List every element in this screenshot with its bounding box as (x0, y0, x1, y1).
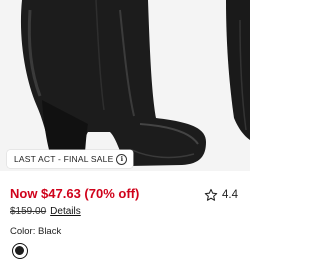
info-icon[interactable]: i (116, 153, 128, 165)
boot-image (20, 0, 250, 166)
color-label: Color: Black (10, 226, 62, 237)
badge-label: LAST ACT - FINAL SALE (14, 154, 114, 164)
color-swatch-black[interactable] (12, 243, 28, 259)
star-outline-icon (204, 188, 218, 201)
sale-price: Now $47.63 (70% off) (10, 186, 140, 201)
final-sale-badge[interactable]: LAST ACT - FINAL SALE i (7, 150, 134, 168)
sale-price-row: Now $47.63 (70% off) (10, 186, 139, 201)
rating[interactable]: 4.4 (204, 188, 238, 202)
rating-value: 4.4 (222, 189, 238, 201)
details-link[interactable]: Details (50, 206, 81, 217)
product-image[interactable]: LAST ACT - FINAL SALE i (0, 0, 250, 171)
original-price: $159.00 (10, 206, 47, 217)
original-price-row: $159.00 Details (10, 206, 81, 217)
